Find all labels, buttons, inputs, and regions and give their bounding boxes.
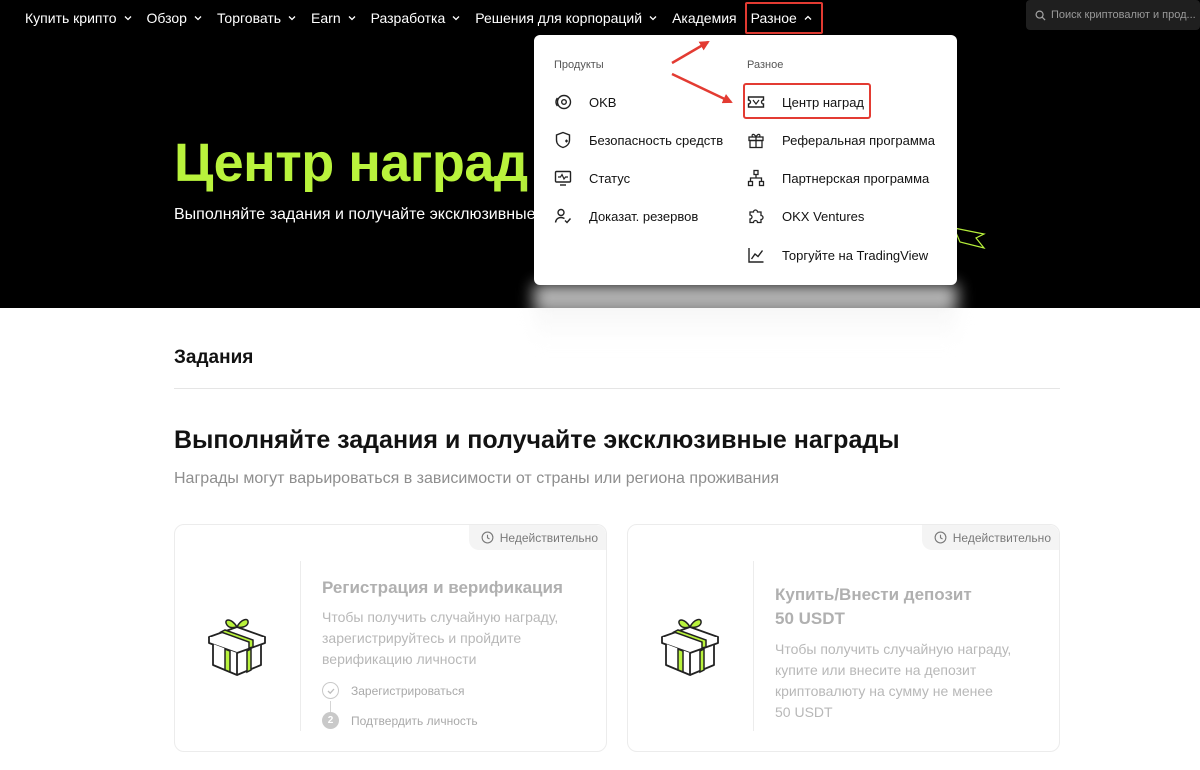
nav-item-buy-crypto[interactable]: Купить крипто [18,0,140,36]
dropdown-heading-products: Продукты [554,59,604,71]
chevron-down-icon [649,16,657,21]
status-badge-label: Недействительно [952,530,1051,545]
status-badge: Недействительно [921,525,1059,550]
menu-item-affiliate-program[interactable]: Партнерская программа [747,163,929,193]
hero-subtitle: Выполняйте задания и получайте эксклюзив… [174,206,536,223]
nav-item-label: Торговать [216,10,282,26]
menu-item-tradingview[interactable]: Торгуйте на TradingView [747,240,928,270]
network-icon [747,169,765,187]
task-card-desc-line: купите или внесите на депозит [775,662,977,678]
tasks-subheading: Награды могут варьироваться в зависимост… [174,470,779,487]
nav-item-trade[interactable]: Торговать [210,0,304,36]
user-check-icon [554,208,572,224]
gift-icon [748,133,764,149]
menu-item-label: Статус [589,170,631,186]
task-card-desc-line: криптовалюту на сумму не менее [775,683,993,699]
menu-item-label: Торгуйте на TradingView [782,247,929,263]
chevron-down-icon [124,16,131,21]
gift-box-icon [661,618,719,676]
card-divider [753,561,754,731]
nav-item-label: Академия [672,10,737,26]
top-nav: Купить крипто Обзор Торговать Earn Разра… [0,0,1200,36]
dropdown-heading-misc: Разное [747,59,784,71]
check-icon [322,682,339,699]
shield-icon [555,131,571,149]
task-card-desc-line: зарегистрируйтесь и пройдите [322,630,522,646]
chevron-down-icon [348,16,356,21]
nav-item-misc[interactable]: Разное [744,0,824,36]
search-box[interactable] [1026,0,1200,30]
dropdown-shadow [534,285,957,345]
task-card-title: Регистрация и верификация [322,578,563,597]
menu-item-fund-security[interactable]: Безопасность средств [554,125,723,155]
nav-item-label: Купить крипто [25,10,117,26]
task-card-title: Купить/Внести депозит [775,585,972,604]
task-step-label: Подтвердить личность [351,713,478,728]
menu-item-okb[interactable]: OKB [554,87,616,117]
rewards-center-highlight-box [743,83,871,119]
task-step-register: Зарегистрироваться [322,682,464,699]
chevron-down-icon [288,16,296,21]
tasks-heading: Выполняйте задания и получайте эксклюзив… [174,426,900,454]
menu-item-label: OKX Ventures [782,208,865,224]
task-step-verify: 2 Подтвердить личность [322,712,478,729]
chevron-down-icon [452,16,460,21]
task-card-desc-line: верификацию личности [322,651,477,667]
nav-item-earn[interactable]: Earn [304,0,364,36]
menu-item-label: Партнерская программа [782,170,930,186]
menu-item-referral-program[interactable]: Реферальная программа [747,125,935,155]
task-card-registration[interactable]: Недействительно Регистрация и верификаци… [174,524,607,752]
nav-item-academy[interactable]: Академия [665,0,744,36]
task-card-desc-line: Чтобы получить случайную награду, [322,609,559,625]
task-card-desc-line: 50 USDT [775,704,833,720]
menu-item-okx-ventures[interactable]: OKX Ventures [747,201,864,231]
task-card-desc-line: Чтобы получить случайную награду, [775,641,1012,657]
menu-item-status[interactable]: Статус [554,163,630,193]
step-number-badge: 2 [322,712,339,729]
chart-line-icon [748,248,764,263]
clock-icon [934,531,947,544]
nav-item-overview[interactable]: Обзор [140,0,210,36]
nav-item-development[interactable]: Разработка [364,0,469,36]
monitor-pulse-icon [554,170,572,186]
nav-item-label: Обзор [146,10,187,26]
clock-icon [481,531,494,544]
nav-item-label: Разработка [370,10,446,26]
gift-box-icon [208,618,266,676]
hero-title: Центр наград [174,133,528,193]
search-input[interactable] [1051,9,1200,21]
puzzle-icon [749,209,764,224]
nav-items: Купить крипто Обзор Торговать Earn Разра… [0,0,824,36]
chevron-down-icon [194,16,202,21]
nav-item-label: Разное [750,10,797,26]
status-badge-label: Недействительно [499,530,598,545]
search-icon [1035,10,1046,21]
card-divider [300,561,301,731]
misc-dropdown-menu: Продукты OKB Безопасность средств Статус… [534,35,957,285]
task-card-deposit[interactable]: Недействительно Купить/Внести депозит 50… [627,524,1060,752]
menu-item-label: Реферальная программа [782,132,935,148]
okb-coin-icon [555,94,572,110]
task-step-label: Зарегистрироваться [351,683,465,698]
section-divider [174,388,1060,389]
status-badge: Недействительно [468,525,606,550]
menu-item-label: Безопасность средств [589,132,724,148]
menu-item-label: Доказат. резервов [589,208,699,224]
chevron-up-icon [804,15,812,20]
menu-item-label: OKB [589,94,617,110]
tasks-tab[interactable]: Задания [174,347,253,369]
nav-item-corporate[interactable]: Решения для корпораций [468,0,665,36]
task-card-title: 50 USDT [775,609,845,628]
menu-item-proof-of-reserves[interactable]: Доказат. резервов [554,201,698,231]
nav-item-label: Решения для корпораций [475,10,643,26]
nav-item-label: Earn [311,10,341,26]
